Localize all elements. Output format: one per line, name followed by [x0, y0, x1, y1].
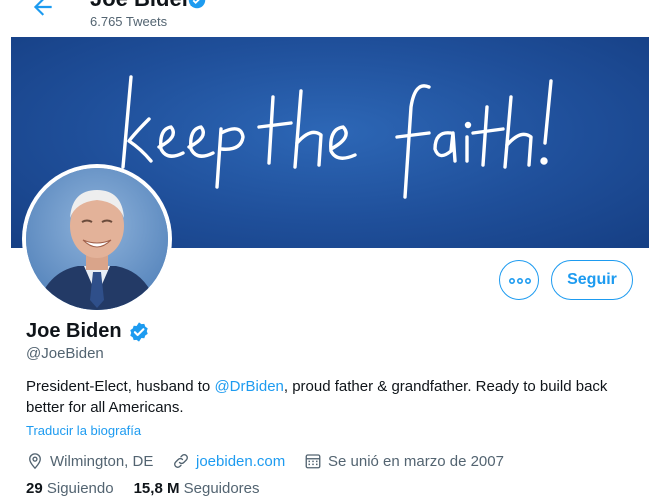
avatar-frame[interactable]	[22, 164, 172, 314]
link-icon	[174, 454, 188, 468]
top-bar: Joe Biden 6.765 Tweets	[0, 0, 664, 36]
following-count: 29	[26, 480, 43, 497]
more-dots-icon	[509, 278, 531, 284]
profile-handle: @JoeBiden	[26, 345, 104, 362]
website-link[interactable]: joebiden.com	[196, 453, 285, 470]
bio-mention-link[interactable]: @DrBiden	[214, 378, 283, 395]
verified-badge-icon	[130, 322, 148, 342]
avatar-portrait-image	[26, 168, 168, 310]
profile-location: Wilmington, DE	[26, 451, 153, 471]
follow-stats: 29 Siguiendo 15,8 M Seguidores	[26, 480, 260, 497]
header-title: Joe Biden	[90, 0, 195, 12]
profile-website[interactable]: joebiden.com	[172, 451, 285, 471]
verified-badge-icon	[188, 0, 206, 9]
more-options-button[interactable]	[499, 260, 539, 300]
tweet-count: 6.765 Tweets	[90, 14, 168, 29]
followers-count: 15,8 M	[133, 480, 180, 497]
followers-label: Seguidores	[183, 480, 260, 497]
followers-link[interactable]: 15,8 M Seguidores	[134, 480, 260, 497]
location-text: Wilmington, DE	[50, 452, 154, 470]
translate-bio-link[interactable]: Traducir la biografía	[26, 423, 141, 438]
bio-text-start: President-Elect, husband to	[26, 378, 215, 395]
profile-bio: President-Elect, husband to @DrBiden, pr…	[26, 376, 626, 418]
profile-name: Joe Biden	[26, 320, 122, 342]
location-icon	[29, 453, 41, 470]
calendar-icon	[305, 454, 321, 469]
back-arrow-icon[interactable]	[30, 0, 56, 20]
join-date-text: Se unió en marzo de 2007	[328, 452, 504, 470]
follow-button[interactable]: Seguir	[551, 260, 633, 300]
following-label: Siguiendo	[46, 480, 114, 497]
avatar[interactable]	[26, 168, 168, 310]
profile-join-date: Se unió en marzo de 2007	[304, 451, 504, 471]
following-link[interactable]: 29 Siguiendo	[26, 480, 114, 497]
